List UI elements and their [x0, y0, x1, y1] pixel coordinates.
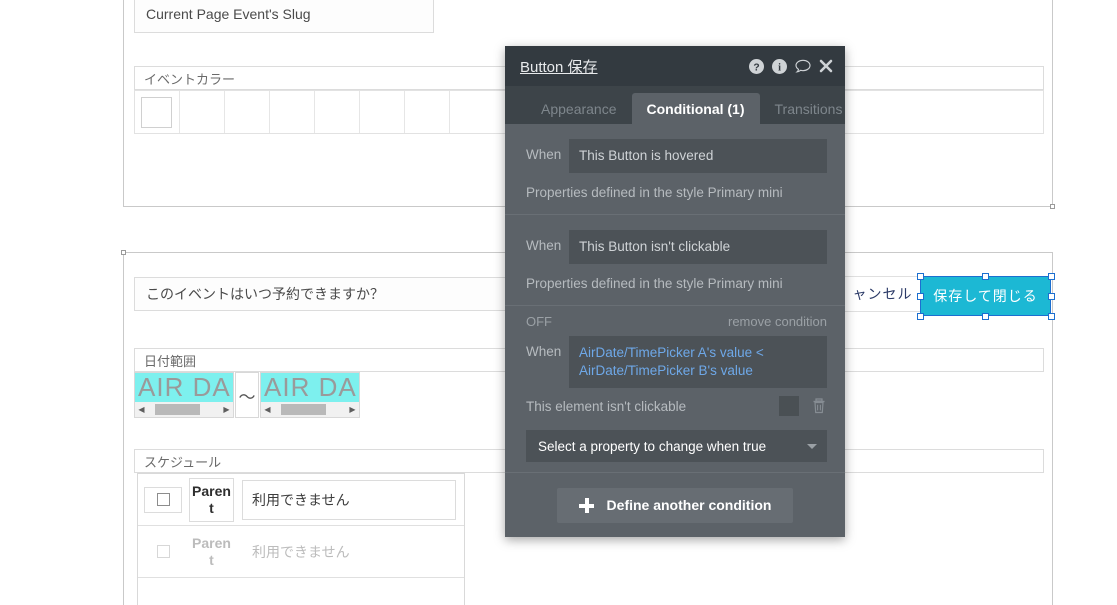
resize-handle-ml[interactable] — [917, 293, 924, 300]
condition-property-checkbox[interactable] — [779, 396, 799, 416]
slug-field[interactable]: Current Page Event's Slug — [134, 0, 434, 33]
when-expression[interactable]: AirDate/TimePicker A's value < AirDate/T… — [569, 336, 827, 388]
condition-properties-summary: Properties defined in the style Primary … — [526, 185, 783, 200]
when-expression-line-2: AirDate/TimePicker B's value — [579, 363, 753, 378]
when-label: When — [526, 344, 562, 359]
panel-header-actions: ? i — [749, 58, 833, 74]
date-picker-start[interactable]: AIR DA ◀ ▶ — [134, 372, 234, 418]
scroll-right-icon[interactable]: ▶ — [346, 402, 359, 417]
tab-conditional[interactable]: Conditional (1) — [631, 93, 760, 124]
panel-tabs[interactable]: Appearance Conditional (1) Transitions — [505, 86, 845, 124]
color-cell[interactable] — [450, 91, 495, 133]
help-icon[interactable]: ? — [749, 58, 764, 74]
svg-text:i: i — [778, 62, 781, 73]
resize-handle-br[interactable] — [1048, 313, 1055, 320]
scroll-left-icon[interactable]: ◀ — [135, 402, 148, 417]
color-cell[interactable] — [405, 91, 450, 133]
when-row: When This Button is hovered — [526, 139, 827, 173]
condition-properties-summary: Properties defined in the style Primary … — [526, 276, 783, 291]
schedule-row-text[interactable]: 利用できません — [242, 532, 456, 572]
color-cell[interactable] — [225, 91, 270, 133]
select-property-dropdown[interactable]: Select a property to change when true — [526, 430, 827, 462]
table-row[interactable] — [138, 578, 464, 605]
info-icon[interactable]: i — [772, 58, 787, 74]
when-expression[interactable]: This Button is hovered — [569, 139, 827, 173]
condition-item-1[interactable]: When This Button is hovered Properties d… — [505, 124, 845, 214]
close-icon[interactable] — [819, 59, 833, 73]
scroll-left-icon[interactable]: ◀ — [261, 402, 274, 417]
element-property-editor[interactable]: Button 保存 ? i Appearance Conditional (1)… — [505, 46, 845, 537]
chevron-down-icon — [807, 443, 817, 449]
define-another-condition-button[interactable]: Define another condition — [556, 487, 794, 523]
plus-icon — [578, 497, 594, 513]
table-row[interactable]: Parent 利用できません — [138, 474, 464, 526]
color-cell[interactable] — [180, 91, 225, 133]
schedule-list[interactable]: Parent 利用できません Parent 利用できません — [137, 473, 465, 605]
when-label: When — [526, 238, 562, 253]
condition-state-label: OFF — [526, 314, 552, 329]
schedule-row-parent: Parent — [189, 477, 234, 522]
color-cell[interactable] — [315, 91, 360, 133]
panel-footer: Define another condition — [505, 472, 845, 537]
select-property-label: Select a property to change when true — [538, 438, 767, 454]
define-another-condition-label: Define another condition — [606, 497, 772, 513]
color-cell[interactable] — [270, 91, 315, 133]
when-label: When — [526, 147, 562, 162]
date-picker-end-value: AIR DA — [261, 373, 359, 402]
condition-property-row: This element isn't clickable — [526, 388, 827, 416]
resize-handle-mr[interactable] — [1048, 293, 1055, 300]
condition-item-2[interactable]: When This Button isn't clickable Propert… — [505, 215, 845, 305]
resize-handle-bl[interactable] — [917, 313, 924, 320]
schedule-row-parent: Parent — [192, 534, 231, 568]
color-cell[interactable] — [360, 91, 405, 133]
scroll-thumb[interactable] — [155, 404, 200, 415]
when-expression[interactable]: This Button isn't clickable — [569, 230, 827, 264]
scroll-thumb[interactable] — [281, 404, 326, 415]
save-and-close-button[interactable]: 保存して閉じる — [920, 276, 1051, 316]
color-cell[interactable] — [135, 91, 180, 133]
date-picker-start-value: AIR DA — [135, 373, 233, 402]
panel-header: Button 保存 ? i — [505, 46, 845, 86]
resize-handle-tc[interactable] — [982, 273, 989, 280]
condition-item-3[interactable]: When AirDate/TimePicker A's value < AirD… — [505, 336, 845, 472]
table-row[interactable]: Parent 利用できません — [138, 526, 464, 578]
when-row: When This Button isn't clickable — [526, 230, 827, 264]
condition-property-label: This element isn't clickable — [526, 398, 687, 414]
schedule-row-checkbox[interactable] — [144, 486, 182, 513]
trash-icon[interactable] — [811, 397, 827, 415]
screen: Current Page Event's Slug イベントカラー このイベント… — [0, 0, 1117, 605]
when-expression-line-1: AirDate/TimePicker A's value < — [579, 345, 764, 360]
cancel-button[interactable]: ャンセル — [836, 276, 929, 312]
remove-condition-link[interactable]: remove condition — [728, 314, 827, 329]
range-separator: ～ — [235, 372, 259, 418]
date-picker-start-scrollbar[interactable]: ◀ ▶ — [135, 402, 233, 417]
tab-appearance[interactable]: Appearance — [526, 93, 632, 124]
resize-handle-tr[interactable] — [1048, 273, 1055, 280]
svg-text:?: ? — [753, 62, 759, 73]
schedule-row-checkbox[interactable] — [144, 539, 182, 565]
date-picker-end[interactable]: AIR DA ◀ ▶ — [260, 372, 360, 418]
scroll-right-icon[interactable]: ▶ — [220, 402, 233, 417]
panel-title[interactable]: Button 保存 — [520, 56, 749, 77]
schedule-row-text[interactable]: 利用できません — [242, 479, 456, 520]
tab-transitions[interactable]: Transitions — [760, 93, 858, 124]
comment-icon[interactable] — [795, 59, 811, 73]
panel-body: When This Button is hovered Properties d… — [505, 124, 845, 537]
date-picker-end-scrollbar[interactable]: ◀ ▶ — [261, 402, 359, 417]
when-row: When AirDate/TimePicker A's value < AirD… — [526, 336, 827, 388]
resize-handle-tl[interactable] — [917, 273, 924, 280]
condition-state-row: OFF remove condition — [505, 306, 845, 331]
resize-handle-bc[interactable] — [982, 313, 989, 320]
